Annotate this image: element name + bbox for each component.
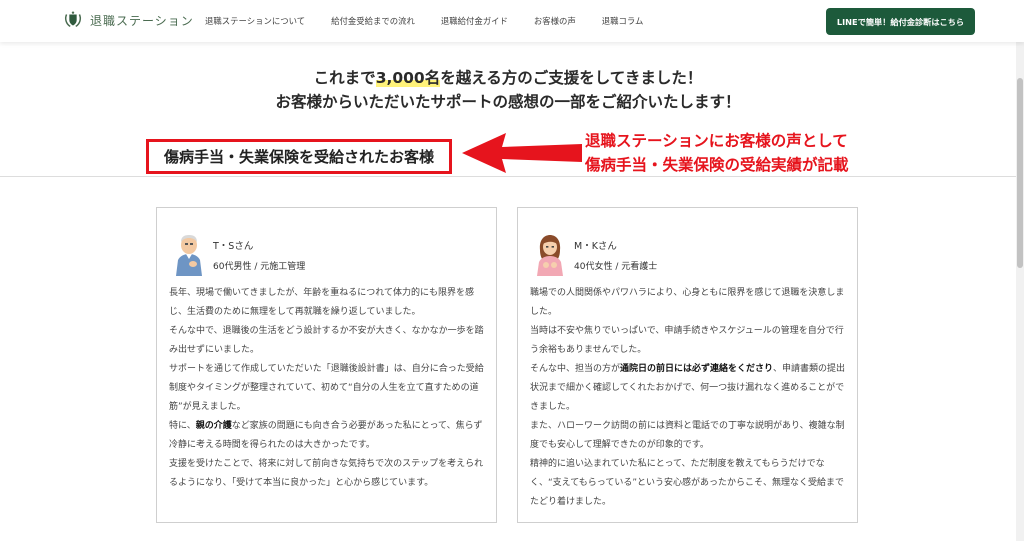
- paragraph-text: 特に、: [169, 421, 196, 431]
- woman-icon: [537, 235, 563, 276]
- intro-line-2: お客様からいただいたサポートの感想の一部をご紹介いたします！: [275, 93, 741, 111]
- customer-name: T・Sさん: [213, 241, 254, 252]
- testimonial-paragraph: 特に、親の介護など家族の問題にも向き合う必要があった私にとって、焦らず冷静に考え…: [169, 417, 485, 455]
- site-logo[interactable]: 退職ステーション: [62, 9, 194, 31]
- nav-item-column[interactable]: 退職コラム: [602, 15, 644, 27]
- bold-emphasis: 通院日の前日には必ず連絡をくださり: [620, 364, 774, 374]
- customer-meta: 40代女性 / 元看護士: [574, 262, 658, 272]
- customer-name: M・Kさん: [574, 241, 617, 252]
- testimonial-paragraph: 精神的に追い込まれていた私にとって、ただ制度を教えてもらうだけでなく、“支えても…: [530, 459, 844, 507]
- bold-emphasis: 親の介護: [195, 421, 232, 431]
- red-arrow-icon: [462, 133, 582, 173]
- nav-item-flow[interactable]: 給付金受給までの流れ: [331, 15, 415, 27]
- testimonial-paragraph: そんな中で、退職後の生活をどう設計するか不安が大きく、なかなか一歩を踏み出せずに…: [169, 326, 484, 355]
- site-header: 退職ステーション 退職ステーションについて 給付金受給までの流れ 退職給付金ガイ…: [0, 0, 1024, 42]
- section-heading: 傷病手当・失業保険を受給されたお客様: [146, 139, 452, 174]
- intro-text-before: これまで: [313, 69, 376, 87]
- section-divider: [0, 176, 1016, 177]
- testimonial-body: 長年、現場で働いてきましたが、年齢を重ねるにつれて体力的にも限界を感じ、生活費の…: [169, 284, 485, 493]
- laurel-shield-icon: [64, 11, 82, 28]
- customer-meta: 60代男性 / 元施工管理: [213, 262, 306, 272]
- nav-item-guide[interactable]: 退職給付金ガイド: [441, 15, 508, 27]
- elderly-man-icon: [176, 235, 202, 276]
- paragraph-text: そんな中、担当の方が: [530, 364, 621, 374]
- testimonial-paragraph: 支援を受けたことで、将来に対して前向きな気持ちで次のステップを考えられるようにな…: [169, 459, 484, 488]
- nav-item-voices[interactable]: お客様の声: [534, 15, 576, 27]
- nav-item-about[interactable]: 退職ステーションについて: [205, 15, 305, 27]
- intro-text-after: を越える方のご支援をしてきました！: [440, 69, 703, 87]
- main-nav: 退職ステーションについて 給付金受給までの流れ 退職給付金ガイド お客様の声 退…: [205, 15, 643, 27]
- intro-highlight: 3,000名: [375, 69, 441, 87]
- testimonial-paragraph: 職場での人間関係やパワハラにより、心身ともに限界を感じて退職を決意しました。: [530, 288, 845, 317]
- page-scrollbar[interactable]: [1016, 0, 1024, 541]
- intro-line-1: これまで3,000名を越える方のご支援をしてきました！: [0, 66, 1016, 88]
- testimonial-paragraph: 長年、現場で働いてきましたが、年齢を重ねるにつれて体力的にも限界を感じ、生活費の…: [169, 288, 475, 317]
- testimonial-paragraph: そんな中、担当の方が通院日の前日には必ず連絡をくださり、申請書類の提出状況まで細…: [530, 360, 846, 417]
- scrollbar-thumb[interactable]: [1017, 78, 1023, 268]
- testimonial-card: T・Sさん 60代男性 / 元施工管理 長年、現場で働いてきましたが、年齢を重ね…: [156, 207, 497, 523]
- annotation-line-2: 傷病手当・失業保険の受給実績が記載: [585, 156, 849, 174]
- testimonial-paragraph: また、ハローワーク訪問の前には資料と電話での丁寧な説明があり、複雑な制度でも安心…: [530, 421, 845, 450]
- testimonial-body: 職場での人間関係やパワハラにより、心身ともに限界を感じて退職を決意しました。 当…: [530, 284, 846, 512]
- testimonial-paragraph: サポートを通じて作成していただいた「退職後設計書」は、自分に合った受給制度やタイ…: [169, 364, 484, 412]
- testimonial-paragraph: 当時は不安や焦りでいっぱいで、申請手続きやスケジュールの管理を自分で行う余裕もあ…: [530, 326, 844, 355]
- annotation-callout: 退職ステーションにお客様の声として 傷病手当・失業保険の受給実績が記載: [585, 129, 849, 177]
- annotation-line-1: 退職ステーションにお客様の声として: [585, 132, 848, 150]
- testimonial-card: M・Kさん 40代女性 / 元看護士 職場での人間関係やパワハラにより、心身とも…: [517, 207, 858, 523]
- line-diagnosis-button[interactable]: LINEで簡単！給付金診断はこちら: [826, 8, 975, 35]
- logo-text: 退職ステーション: [90, 13, 194, 28]
